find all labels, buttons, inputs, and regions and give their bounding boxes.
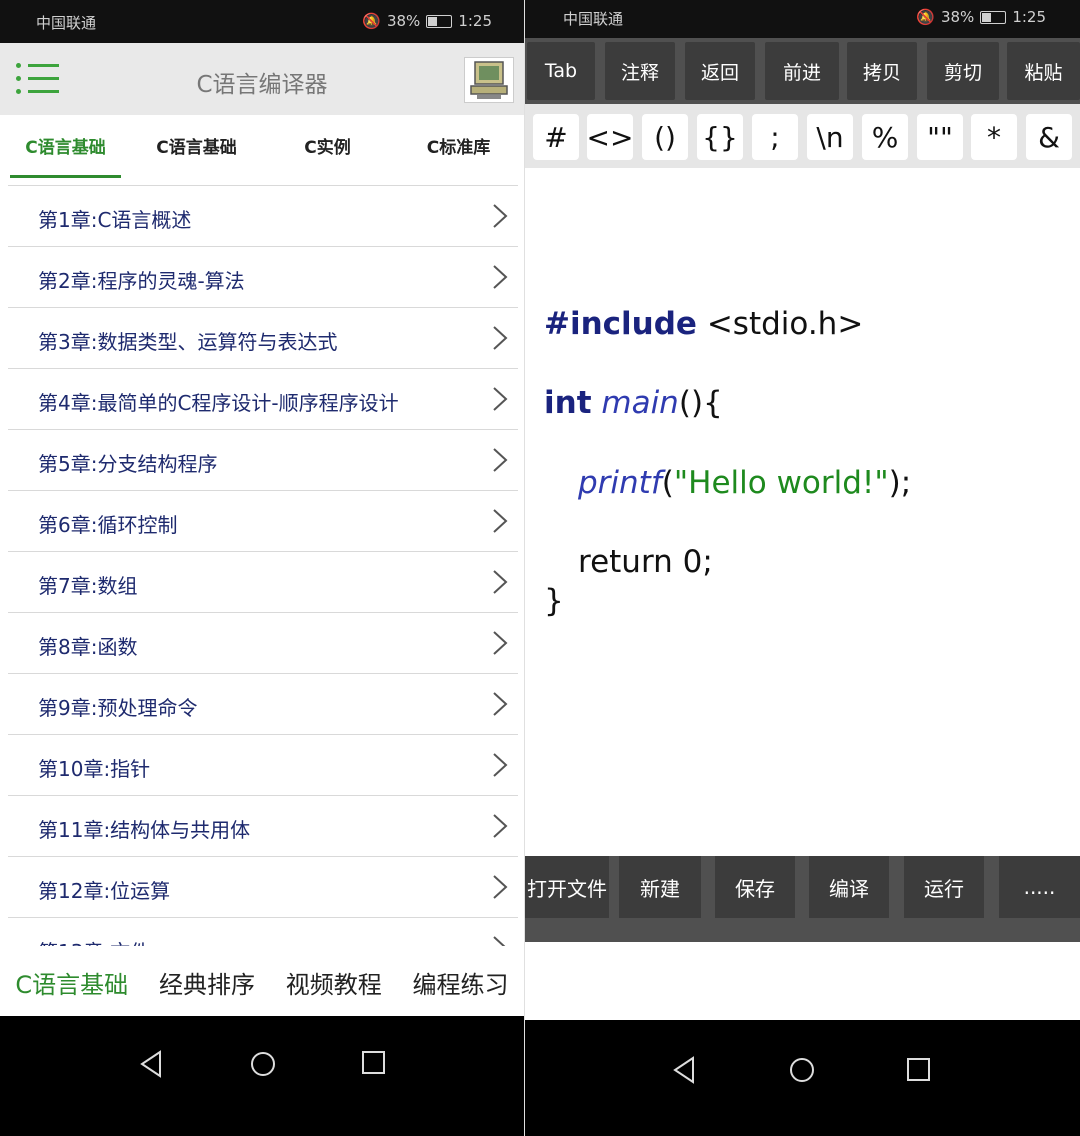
compile-button[interactable]: 编译	[809, 856, 889, 918]
code-line-1: #include <stdio.h>	[544, 306, 864, 342]
battery-icon	[980, 10, 1007, 24]
computer-avatar-icon[interactable]	[464, 57, 514, 103]
top-tabs: C语言基础 C语言基础 C实例 C标准库	[0, 115, 524, 185]
symbol-semicolon-key[interactable]: ;	[752, 114, 798, 160]
undo-button[interactable]: 返回	[685, 42, 755, 100]
tab-c-examples[interactable]: C实例	[262, 115, 393, 185]
code-line-3: printf("Hello world!");	[578, 465, 912, 501]
back-icon[interactable]	[671, 1056, 697, 1084]
list-item[interactable]: 第13章:文件	[8, 918, 518, 946]
left-screen: 中国联通 🔕 38% 1:25 C语言编译器 C语言基础 C语言基础 C实例 C…	[0, 0, 524, 1136]
home-icon[interactable]	[788, 1056, 816, 1084]
chevron-right-icon	[493, 265, 508, 289]
chevron-right-icon	[493, 570, 508, 594]
home-icon[interactable]	[249, 1050, 277, 1078]
copy-button[interactable]: 拷贝	[847, 42, 917, 100]
list-item[interactable]: 第4章:最简单的C程序设计-顺序程序设计	[8, 369, 518, 430]
chevron-right-icon	[493, 509, 508, 533]
system-nav-bar	[525, 1020, 1080, 1136]
chevron-right-icon	[493, 875, 508, 899]
chevron-right-icon	[493, 448, 508, 472]
symbol-quotes-key[interactable]: ""	[917, 114, 963, 160]
status-bar: 中国联通 🔕 38% 1:25	[525, 0, 1080, 38]
symbol-hash-key[interactable]: #	[533, 114, 579, 160]
new-file-button[interactable]: 新建	[619, 856, 701, 918]
battery-icon	[426, 14, 453, 28]
chevron-right-icon	[493, 814, 508, 838]
chevron-right-icon	[493, 753, 508, 777]
nav-coding-practice[interactable]: 编程练习	[413, 965, 509, 1000]
code-editor[interactable]: #include <stdio.h> int main(){ printf("H…	[525, 168, 1080, 856]
nav-classic-sort[interactable]: 经典排序	[159, 965, 255, 1000]
clock: 1:25	[1012, 8, 1046, 26]
list-item[interactable]: 第8章:函数	[8, 613, 518, 674]
action-bar: 打开文件 新建 保存 编译 运行 .....	[525, 856, 1080, 942]
comment-button[interactable]: 注释	[605, 42, 675, 100]
chevron-right-icon	[493, 326, 508, 350]
clock: 1:25	[458, 12, 492, 30]
mute-icon: 🔕	[916, 8, 935, 26]
tab-c-basics[interactable]: C语言基础	[0, 115, 131, 185]
tab-c-basics-2[interactable]: C语言基础	[131, 115, 262, 185]
battery-percent: 38%	[940, 8, 975, 26]
list-item[interactable]: 第10章:指针	[8, 735, 518, 796]
paste-button[interactable]: 粘贴	[1007, 42, 1080, 100]
system-nav-bar	[0, 1016, 524, 1136]
chevron-right-icon	[493, 204, 508, 228]
chevron-right-icon	[493, 387, 508, 411]
app-title: C语言编译器	[196, 72, 328, 98]
symbol-ampersand-key[interactable]: &	[1026, 114, 1072, 160]
status-bar: 中国联通 🔕 38% 1:25	[0, 0, 524, 43]
blank-area	[525, 942, 1080, 1020]
symbol-angle-brackets-key[interactable]: <>	[587, 114, 633, 160]
edit-toolbar: Tab 注释 返回 前进 拷贝 剪切 粘贴	[525, 38, 1080, 104]
symbol-braces-key[interactable]: {}	[697, 114, 743, 160]
code-line-2: int main(){	[544, 385, 723, 421]
list-item[interactable]: 第3章:数据类型、运算符与表达式	[8, 308, 518, 369]
chapter-list: 第1章:C语言概述 第2章:程序的灵魂-算法 第3章:数据类型、运算符与表达式 …	[8, 185, 518, 946]
list-item[interactable]: 第5章:分支结构程序	[8, 430, 518, 491]
list-item[interactable]: 第2章:程序的灵魂-算法	[8, 247, 518, 308]
bottom-nav: C语言基础 经典排序 视频教程 编程练习	[0, 948, 524, 1016]
chevron-right-icon	[493, 631, 508, 655]
list-item[interactable]: 第12章:位运算	[8, 857, 518, 918]
code-line-4: return 0;	[578, 544, 713, 580]
battery-percent: 38%	[386, 12, 421, 30]
nav-video-tutorials[interactable]: 视频教程	[286, 965, 382, 1000]
open-file-button[interactable]: 打开文件	[525, 856, 609, 918]
right-screen: 中国联通 🔕 38% 1:25 Tab 注释 返回 前进 拷贝 剪切 粘贴 # …	[525, 0, 1080, 1136]
symbol-bar: # <> () {} ; \n % "" * &	[525, 104, 1080, 168]
mute-icon: 🔕	[362, 12, 381, 30]
tab-button[interactable]: Tab	[527, 42, 595, 100]
chevron-right-icon	[493, 692, 508, 716]
nav-c-basics[interactable]: C语言基础	[15, 965, 128, 1000]
carrier-label: 中国联通	[563, 10, 624, 28]
redo-button[interactable]: 前进	[765, 42, 839, 100]
chevron-right-icon	[493, 936, 506, 946]
list-item[interactable]: 第6章:循环控制	[8, 491, 518, 552]
list-item[interactable]: 第11章:结构体与共用体	[8, 796, 518, 857]
run-button[interactable]: 运行	[904, 856, 984, 918]
more-button[interactable]: .....	[999, 856, 1080, 918]
symbol-newline-key[interactable]: \n	[807, 114, 853, 160]
tab-c-stdlib[interactable]: C标准库	[393, 115, 524, 185]
list-item[interactable]: 第9章:预处理命令	[8, 674, 518, 735]
recents-icon[interactable]	[361, 1050, 387, 1076]
recents-icon[interactable]	[906, 1057, 932, 1083]
list-item[interactable]: 第7章:数组	[8, 552, 518, 613]
cut-button[interactable]: 剪切	[927, 42, 999, 100]
symbol-asterisk-key[interactable]: *	[971, 114, 1017, 160]
back-icon[interactable]	[138, 1050, 164, 1078]
code-line-5: }	[544, 583, 564, 619]
symbol-percent-key[interactable]: %	[862, 114, 908, 160]
symbol-parens-key[interactable]: ()	[642, 114, 688, 160]
list-item[interactable]: 第1章:C语言概述	[8, 186, 518, 247]
save-button[interactable]: 保存	[715, 856, 795, 918]
app-bar: C语言编译器	[0, 43, 524, 115]
carrier-label: 中国联通	[36, 14, 97, 32]
